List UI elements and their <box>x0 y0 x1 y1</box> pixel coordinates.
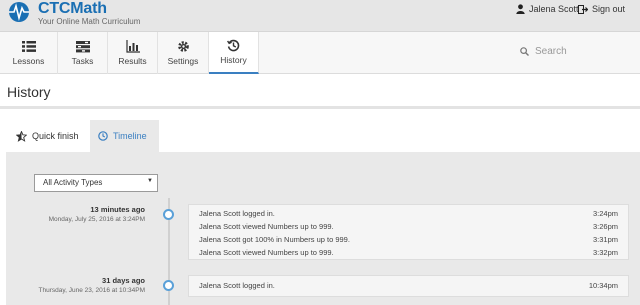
ctcmath-logo-icon <box>9 2 29 22</box>
event-text: Jalena Scott viewed Numbers up to 999. <box>199 248 334 257</box>
brand-name: CTCMath <box>38 0 107 17</box>
gear-icon <box>177 41 189 52</box>
timeline-dot <box>163 209 174 220</box>
event-time: 10:34pm <box>588 281 618 290</box>
timeline-time-ago: 13 minutes ago <box>90 205 145 214</box>
clock-icon <box>98 131 108 141</box>
list-icon <box>21 41 36 52</box>
timeline-time-ago: 31 days ago <box>102 276 145 285</box>
event-text: Jalena Scott got 100% in Numbers up to 9… <box>199 235 350 244</box>
event-time: 3:31pm <box>592 235 618 244</box>
tab-timeline-label: Timeline <box>113 131 147 141</box>
search-input[interactable]: Search <box>535 46 567 57</box>
list-item: Jalena Scott logged in. 3:24pm <box>189 207 628 220</box>
sign-out-label: Sign out <box>592 4 626 14</box>
page-title: History <box>7 84 51 100</box>
search-icon <box>520 47 529 56</box>
bar-chart-icon <box>125 40 140 53</box>
tab-quick-finish[interactable]: Quick finish <box>8 120 87 152</box>
nav-results[interactable]: Results <box>108 32 158 74</box>
list-item: Jalena Scott logged in. 10:34pm <box>189 279 628 292</box>
sign-out-icon <box>578 4 588 14</box>
timeline-date: Thursday, June 23, 2016 at 10:34PM <box>38 287 145 294</box>
event-time: 3:26pm <box>592 222 618 231</box>
event-text: Jalena Scott logged in. <box>199 209 275 218</box>
list-item: Jalena Scott got 100% in Numbers up to 9… <box>189 233 628 246</box>
tab-timeline[interactable]: Timeline <box>90 120 159 152</box>
star-icon <box>16 130 27 142</box>
event-text: Jalena Scott logged in. <box>199 281 275 290</box>
tasks-icon <box>75 41 90 53</box>
tab-quick-finish-label: Quick finish <box>32 131 79 141</box>
user-icon <box>516 4 525 14</box>
sign-out-button[interactable]: Sign out <box>578 4 625 14</box>
timeline-event-card: Jalena Scott logged in. 3:24pm Jalena Sc… <box>188 204 629 260</box>
timeline-event-card: Jalena Scott logged in. 10:34pm <box>188 275 629 297</box>
nav-settings-label: Settings <box>167 56 199 66</box>
nav-settings[interactable]: Settings <box>158 32 209 74</box>
nav-tasks-label: Tasks <box>71 56 94 66</box>
timeline-dot <box>163 280 174 291</box>
timeline-date: Monday, July 25, 2016 at 3:24PM <box>48 216 145 223</box>
search-box[interactable]: Search <box>520 46 567 57</box>
nav-history-label: History <box>220 55 247 65</box>
activity-type-value: All Activity Types <box>43 178 103 187</box>
history-icon <box>227 39 240 52</box>
nav-history[interactable]: History <box>209 32 259 74</box>
nav-lessons-label: Lessons <box>12 56 45 66</box>
list-item: Jalena Scott viewed Numbers up to 999. 3… <box>189 220 628 233</box>
event-time: 3:24pm <box>592 209 618 218</box>
dropdown-arrow-icon: ▼ <box>147 178 153 184</box>
user-menu[interactable]: Jalena Scott <box>516 4 579 14</box>
list-item: Jalena Scott viewed Numbers up to 999. 3… <box>189 246 628 259</box>
nav-lessons[interactable]: Lessons <box>0 32 58 74</box>
nav-results-label: Results <box>118 56 147 66</box>
nav-tasks[interactable]: Tasks <box>58 32 108 74</box>
event-time: 3:32pm <box>592 248 618 257</box>
title-divider <box>0 106 640 109</box>
user-name: Jalena Scott <box>529 4 579 14</box>
activity-type-select[interactable]: All Activity Types ▼ <box>34 174 158 192</box>
top-bar: CTCMath Your Online Math Curriculum Jale… <box>0 0 640 32</box>
event-text: Jalena Scott viewed Numbers up to 999. <box>199 222 334 231</box>
brand-tagline: Your Online Math Curriculum <box>38 17 141 26</box>
